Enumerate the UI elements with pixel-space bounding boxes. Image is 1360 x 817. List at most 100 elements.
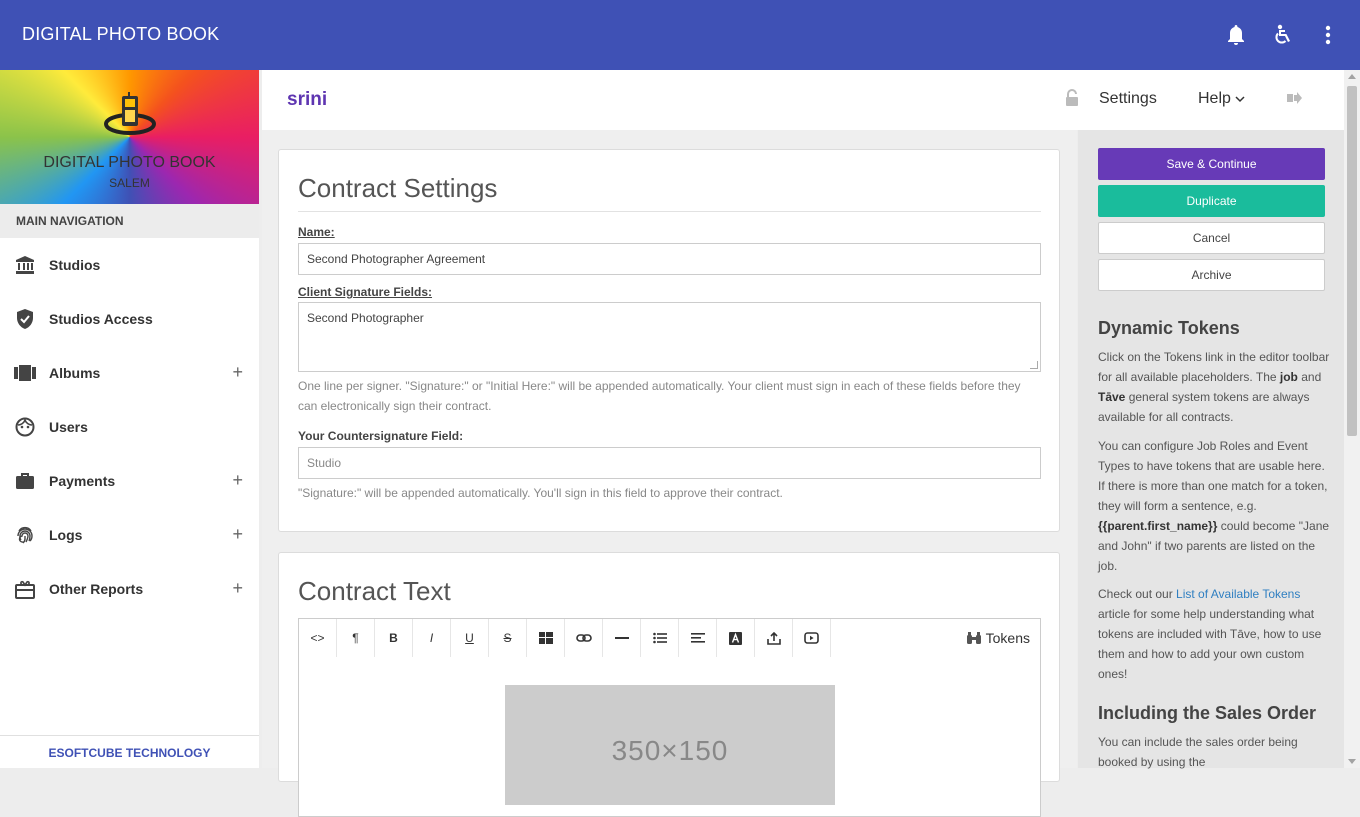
align-left-icon <box>690 633 705 643</box>
list-button[interactable] <box>641 619 679 657</box>
top-actions <box>1224 22 1340 48</box>
expand-plus-icon[interactable]: + <box>232 578 243 599</box>
dynamic-tokens-heading: Dynamic Tokens <box>1098 318 1240 338</box>
strikethrough-button[interactable]: S <box>489 619 527 657</box>
cancel-button[interactable]: Cancel <box>1098 222 1325 254</box>
sidebar-item-other-reports[interactable]: Other Reports + <box>0 562 259 616</box>
expand-plus-icon[interactable]: + <box>232 524 243 545</box>
text-bold: job <box>1279 370 1298 384</box>
countersignature-help: "Signature:" will be appended automatica… <box>298 486 783 500</box>
align-button[interactable] <box>679 619 717 657</box>
link-button[interactable] <box>565 619 603 657</box>
sidebar-footer[interactable]: ESOFTCUBE TECHNOLOGY <box>0 735 259 768</box>
help-dropdown[interactable]: Help <box>1198 90 1245 108</box>
client-signature-help: One line per signer. "Signature:" or "In… <box>298 379 1021 413</box>
lock-icon[interactable] <box>1065 89 1079 112</box>
sidebar-item-studios-access[interactable]: Studios Access <box>0 292 259 346</box>
text: and <box>1297 370 1322 384</box>
dynamic-tokens-paragraph-2: You can configure Job Roles and Event Ty… <box>1098 436 1330 576</box>
contract-text-title: Contract Text <box>298 576 451 606</box>
sidebar-item-label: Payments <box>49 473 116 489</box>
paragraph-button[interactable]: ¶ <box>337 619 375 657</box>
name-input[interactable]: Second Photographer Agreement <box>298 243 1041 275</box>
table-button[interactable] <box>527 619 565 657</box>
link-icon <box>575 634 592 642</box>
gift-icon <box>14 578 36 600</box>
sidebar-item-payments[interactable]: Payments + <box>0 454 259 508</box>
text-bold: {{parent.first_name}} <box>1098 519 1218 533</box>
tokens-label: Tokens <box>985 630 1030 646</box>
horizontal-rule-button[interactable] <box>603 619 641 657</box>
text: You can configure Job Roles and Event Ty… <box>1098 439 1328 513</box>
top-app-bar: DIGITAL PHOTO BOOK <box>0 0 1360 70</box>
table-icon <box>538 632 553 644</box>
scrollbar-thumb[interactable] <box>1347 86 1357 436</box>
sign-out-icon[interactable] <box>1286 91 1302 110</box>
bank-icon <box>14 254 36 276</box>
text: Check out our <box>1098 587 1177 601</box>
app-title[interactable]: DIGITAL PHOTO BOOK <box>22 24 219 45</box>
contract-settings-card: Contract Settings Name: Second Photograp… <box>278 149 1060 532</box>
sidebar-item-label: Studios Access <box>49 311 153 327</box>
sidebar-item-label: Logs <box>49 527 83 543</box>
nav-header: MAIN NAVIGATION <box>0 204 259 238</box>
font-color-icon <box>729 631 742 645</box>
tokens-button[interactable]: Tokens <box>966 619 1040 657</box>
contract-text-card: Contract Text <> ¶ B I U S Tokens 350×15… <box>278 552 1060 817</box>
text: article for some help understanding what… <box>1098 607 1322 681</box>
albums-icon <box>14 362 36 384</box>
upload-button[interactable] <box>755 619 793 657</box>
list-icon <box>652 632 667 644</box>
font-color-button[interactable] <box>717 619 755 657</box>
sidebar-item-albums[interactable]: Albums + <box>0 346 259 400</box>
more-vertical-icon[interactable] <box>1316 22 1340 48</box>
sales-order-paragraph: You can include the sales order being bo… <box>1098 735 1298 769</box>
accessibility-icon[interactable] <box>1270 22 1294 48</box>
countersignature-input[interactable]: Studio <box>298 447 1041 479</box>
sidebar-item-users[interactable]: Users <box>0 400 259 454</box>
expand-plus-icon[interactable]: + <box>232 362 243 383</box>
bold-button[interactable]: B <box>375 619 413 657</box>
name-label: Name: <box>298 225 335 239</box>
sidebar-item-studios[interactable]: Studios <box>0 238 259 292</box>
expand-plus-icon[interactable]: + <box>232 470 243 491</box>
italic-button[interactable]: I <box>413 619 451 657</box>
countersignature-label: Your Countersignature Field: <box>298 429 464 443</box>
page-scrollbar[interactable] <box>1344 70 1360 768</box>
sidebar-item-label: Users <box>49 419 88 435</box>
available-tokens-link[interactable]: List of Available Tokens <box>1176 587 1300 601</box>
client-signature-value: Second Photographer <box>307 311 424 325</box>
sidebar-item-label: Other Reports <box>49 581 144 597</box>
bell-icon[interactable] <box>1224 22 1248 48</box>
underline-button[interactable]: U <box>451 619 489 657</box>
archive-button[interactable]: Archive <box>1098 259 1325 291</box>
sidebar-item-label: Studios <box>49 257 101 273</box>
code-view-button[interactable]: <> <box>299 619 337 657</box>
chevron-down-icon <box>1235 90 1245 107</box>
text-bold: Tāve <box>1098 390 1126 404</box>
client-signature-label: Client Signature Fields: <box>298 285 433 299</box>
video-icon <box>804 632 819 644</box>
duplicate-button[interactable]: Duplicate <box>1098 185 1325 217</box>
contract-settings-title: Contract Settings <box>298 173 498 203</box>
right-panel: Save & Continue Duplicate Cancel Archive… <box>1078 130 1344 769</box>
video-button[interactable] <box>793 619 831 657</box>
scroll-down-icon[interactable] <box>1348 759 1356 764</box>
contract-text-editor[interactable]: 350×150 <box>298 657 1041 817</box>
horizontal-rule-icon <box>614 637 629 639</box>
dynamic-tokens-paragraph-1: Click on the Tokens link in the editor t… <box>1098 347 1330 427</box>
sidebar-banner: DIGITAL PHOTO BOOK SALEM <box>0 70 259 204</box>
settings-link[interactable]: Settings <box>1099 90 1157 108</box>
banner-title: DIGITAL PHOTO BOOK <box>43 154 216 171</box>
main-content: Contract Settings Name: Second Photograp… <box>262 130 1077 817</box>
placeholder-image: 350×150 <box>505 685 835 805</box>
text: general system tokens are always availab… <box>1098 390 1310 424</box>
dynamic-tokens-paragraph-3: Check out our List of Available Tokens a… <box>1098 584 1330 684</box>
sidebar-item-logs[interactable]: Logs + <box>0 508 259 562</box>
client-signature-textarea[interactable]: Second Photographer <box>298 302 1041 372</box>
scroll-up-icon[interactable] <box>1348 74 1356 79</box>
resize-handle-icon[interactable] <box>1030 361 1038 369</box>
sidebar: DIGITAL PHOTO BOOK SALEM MAIN NAVIGATION… <box>0 70 259 768</box>
save-continue-button[interactable]: Save & Continue <box>1098 148 1325 180</box>
banner-subtitle: SALEM <box>109 176 150 190</box>
